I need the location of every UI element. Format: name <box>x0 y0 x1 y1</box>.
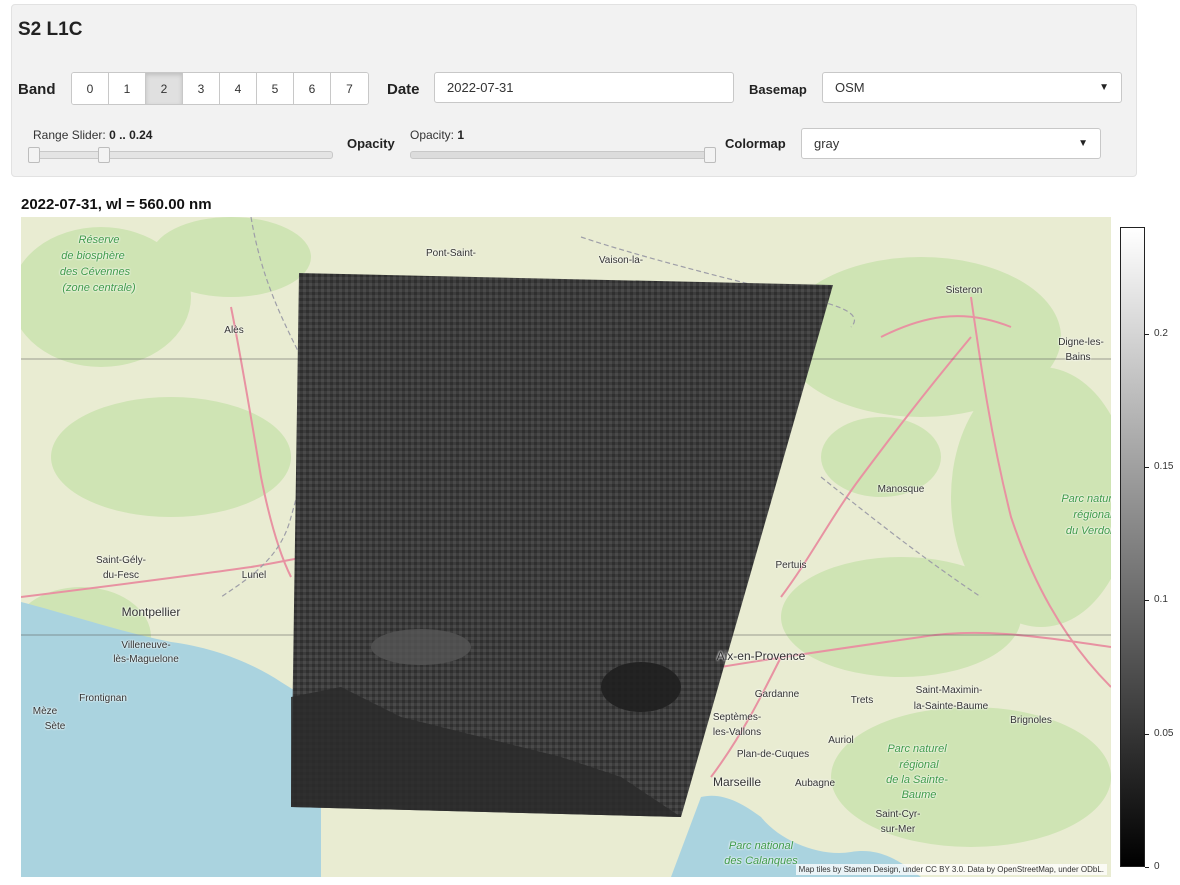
place-label: Sète <box>44 721 66 732</box>
band-label: Band <box>18 81 56 98</box>
date-input[interactable] <box>434 72 734 103</box>
overlay-lake <box>371 629 471 665</box>
place-label: du Verdon <box>1065 525 1111 537</box>
place-label: Lunel <box>241 570 267 581</box>
basemap-label: Basemap <box>749 82 807 97</box>
range-slider-value: 0 .. 0.24 <box>109 128 153 142</box>
place-label: les-Vallons <box>712 727 762 738</box>
band-button-1[interactable]: 1 <box>109 73 146 104</box>
date-label: Date <box>387 81 420 98</box>
map-title: 2022-07-31, wl = 560.00 nm <box>21 196 212 213</box>
colorbar-tick <box>1145 333 1149 335</box>
place-label: Pertuis <box>775 560 807 571</box>
place-label: Brignoles <box>1010 715 1052 726</box>
place-label: de biosphère <box>61 250 125 262</box>
opacity-label: Opacity <box>347 136 395 151</box>
place-label: des Cévennes <box>59 266 131 278</box>
place-label: Gardanne <box>754 689 800 700</box>
place-label: Mèze <box>32 706 58 717</box>
place-label: lès-Maguelone <box>113 654 179 665</box>
place-label: Pont-Saint- <box>425 248 477 259</box>
range-slider-high-handle[interactable] <box>98 147 110 163</box>
opacity-slider-handle[interactable] <box>704 147 716 163</box>
place-label: Parc naturel <box>887 743 947 755</box>
place-label: Saint-Maximin- <box>915 685 983 696</box>
band-button-7[interactable]: 7 <box>331 73 368 104</box>
overlay-lagoon <box>601 662 681 712</box>
basemap-value: OSM <box>835 80 865 95</box>
band-button-0[interactable]: 0 <box>72 73 109 104</box>
opacity-value: 1 <box>457 128 465 142</box>
colorbar-tick <box>1145 600 1149 602</box>
place-label: Aix-en-Provence <box>716 649 806 663</box>
place-label: (zone centrale) <box>62 282 136 294</box>
opacity-text-label: Opacity: <box>410 128 455 142</box>
colormap-select[interactable]: gray ▼ <box>801 128 1101 159</box>
place-label: des Calanques <box>724 855 798 867</box>
place-label: Septèmes- <box>712 712 762 723</box>
place-label: Digne-les- <box>1058 337 1104 348</box>
band-button-2[interactable]: 2 <box>146 73 183 104</box>
band-button-4[interactable]: 4 <box>220 73 257 104</box>
basemap-select[interactable]: OSM ▼ <box>822 72 1122 103</box>
place-label: Parc naturel <box>1061 493 1111 505</box>
place-label: Saint-Cyr- <box>875 809 921 820</box>
chevron-down-icon: ▼ <box>1099 82 1109 93</box>
place-label: Vaison-la- <box>598 255 644 266</box>
place-label: Auriol <box>828 735 854 746</box>
range-slider-track[interactable] <box>28 151 333 159</box>
colorbar-tick-label: 0.05 <box>1154 727 1174 739</box>
place-label: Réserve <box>78 234 120 246</box>
place-label: régional <box>899 759 939 771</box>
range-slider-label: Range Slider: <box>33 128 106 142</box>
colormap-value: gray <box>814 136 840 151</box>
colorbar-tick-label: 0.15 <box>1154 461 1174 472</box>
place-label: Alès <box>224 325 244 336</box>
place-label: Saint-Gély- <box>95 555 147 566</box>
band-button-6[interactable]: 6 <box>294 73 331 104</box>
map-view[interactable]: Réserve de biosphère des Cévennes (zone cen… <box>21 217 1111 877</box>
range-slider-caption: Range Slider: 0 .. 0.24 <box>33 128 152 142</box>
place-label: Trets <box>850 695 874 706</box>
colorbar-tick-label: 0.2 <box>1154 327 1168 339</box>
colorbar-tick <box>1145 467 1149 468</box>
chevron-down-icon: ▼ <box>1078 138 1088 149</box>
place-label: Frontignan <box>79 693 127 704</box>
place-label: Sisteron <box>945 285 983 296</box>
place-label: régional <box>1073 509 1111 521</box>
colorbar-tick <box>1145 733 1149 735</box>
colorbar-tick <box>1145 867 1149 868</box>
place-label: Marseille <box>712 775 762 789</box>
opacity-caption: Opacity: 1 <box>410 128 464 142</box>
place-label: de la Sainte- <box>886 774 948 786</box>
place-label: Montpellier <box>121 605 181 619</box>
place-label: du-Fesc <box>102 570 140 581</box>
place-label: Villeneuve- <box>121 640 171 651</box>
band-toggle-group: 0 1 2 3 4 5 6 7 <box>71 72 369 105</box>
place-label: Baume <box>901 789 937 801</box>
band-button-3[interactable]: 3 <box>183 73 220 104</box>
colorbar-tick-label: 0.1 <box>1154 594 1168 606</box>
place-label: Parc national <box>728 840 794 852</box>
place-label: Plan-de-Cuques <box>736 749 810 760</box>
opacity-slider-track[interactable] <box>410 151 715 159</box>
place-label: la-Sainte-Baume <box>913 701 989 712</box>
place-label: Aubagne <box>794 778 836 789</box>
place-label: Bains <box>1065 352 1091 363</box>
colorbar <box>1120 227 1145 867</box>
place-label: sur-Mer <box>880 824 916 835</box>
range-slider-low-handle[interactable] <box>28 147 40 163</box>
colormap-label: Colormap <box>725 136 786 151</box>
colorbar-tick-label: 0 <box>1154 861 1160 872</box>
band-button-5[interactable]: 5 <box>257 73 294 104</box>
map-attribution: Map tiles by Stamen Design, under CC BY … <box>795 864 1107 875</box>
control-panel: S2 L1C Band 0 1 2 3 4 5 6 7 Date Basemap… <box>11 4 1137 177</box>
place-label: Manosque <box>877 484 925 495</box>
panel-title: S2 L1C <box>18 19 83 40</box>
